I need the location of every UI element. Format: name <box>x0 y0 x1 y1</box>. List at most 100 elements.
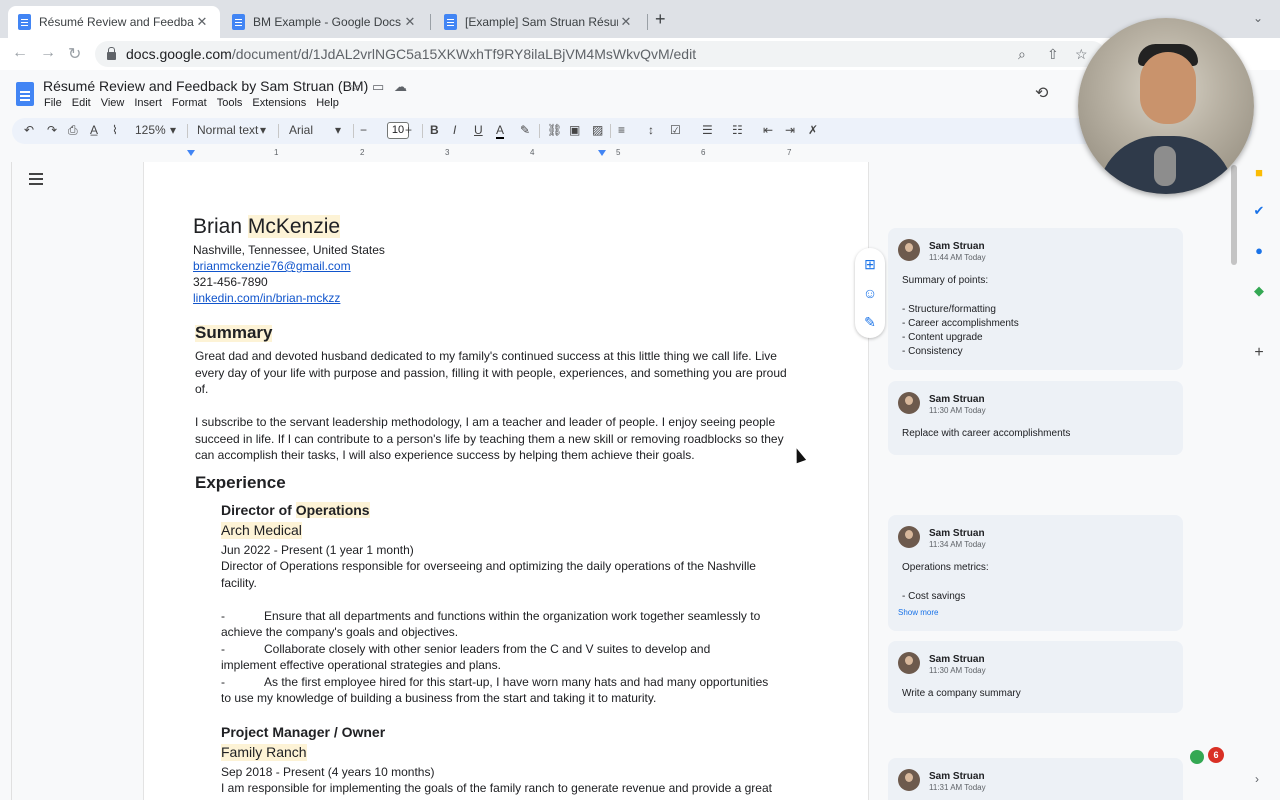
chevron-right-icon[interactable]: › <box>1255 772 1259 786</box>
job-description: I am responsible for implementing the go… <box>221 781 772 795</box>
comment-author: Sam Struan <box>929 241 985 252</box>
webcam-overlay <box>1078 18 1254 194</box>
text-color-icon[interactable]: A <box>496 123 505 139</box>
company-name: Family Ranch <box>221 744 307 761</box>
decrease-indent-icon[interactable]: ⇤ <box>763 123 773 137</box>
ruler-number: 2 <box>360 148 365 157</box>
bold-icon[interactable]: B <box>430 123 439 137</box>
font-select[interactable]: Arial <box>289 123 313 137</box>
line-spacing-icon[interactable]: ↕ <box>648 123 654 137</box>
keep-icon[interactable]: ■ <box>1252 166 1266 180</box>
maps-icon[interactable]: ◆ <box>1252 284 1266 298</box>
align-icon[interactable]: ≡ <box>618 123 625 137</box>
history-icon[interactable]: ⟲ <box>1035 83 1048 103</box>
insert-image-icon[interactable]: ▨ <box>592 123 603 137</box>
document-outline-icon[interactable] <box>29 173 43 185</box>
tab-resume-review[interactable]: Résumé Review and Feedback ✕ <box>8 6 220 38</box>
spellcheck-icon[interactable]: A̲ <box>90 123 98 137</box>
bullet-lead: As the first employee hired for this sta… <box>264 675 769 689</box>
close-icon[interactable]: ✕ <box>402 14 418 30</box>
comment-card[interactable]: Sam Struan 11:34 AM Today Operations met… <box>888 515 1183 631</box>
right-indent-marker[interactable] <box>598 150 606 156</box>
new-tab-icon[interactable]: + <box>655 9 666 30</box>
contacts-icon[interactable]: ● <box>1252 244 1266 258</box>
undo-icon[interactable]: ↶ <box>24 123 34 137</box>
job-title-part: Director of <box>221 502 296 518</box>
highlight-icon[interactable]: ✎ <box>520 123 530 137</box>
bullet-lead: Ensure that all departments and function… <box>264 609 761 623</box>
close-icon[interactable]: ✕ <box>194 14 210 30</box>
back-arrow-icon[interactable]: ← <box>12 44 28 62</box>
decrease-font-icon[interactable]: − <box>360 123 367 137</box>
emoji-reaction-icon[interactable]: ☺ <box>862 285 878 301</box>
italic-icon[interactable]: I <box>453 123 456 137</box>
paragraph-style-select[interactable]: Normal text <box>197 123 258 137</box>
comment-author: Sam Struan <box>929 394 985 405</box>
job-description: Director of Operations responsible for o… <box>221 559 756 590</box>
clear-formatting-icon[interactable]: ✗ <box>808 123 818 137</box>
tab-sam-struan-resume[interactable]: [Example] Sam Struan Résumé ✕ <box>434 6 644 38</box>
zoom-select[interactable]: 125% <box>135 123 166 137</box>
star-icon[interactable]: ☆ <box>1075 46 1088 63</box>
job-title-highlight: Operations <box>295 502 370 518</box>
star-icon[interactable]: ☆ <box>349 79 361 95</box>
reload-icon[interactable]: ↻ <box>68 44 81 64</box>
redo-icon[interactable]: ↷ <box>47 123 57 137</box>
checklist-icon[interactable]: ☑ <box>670 123 681 137</box>
comment-card[interactable]: Sam Struan 11:31 AM Today <box>888 758 1183 800</box>
chevron-down-icon[interactable]: ⌄ <box>1253 11 1263 25</box>
browser-tab-strip: Résumé Review and Feedback ✕ BM Example … <box>0 0 1280 38</box>
menu-file[interactable]: File <box>44 97 62 109</box>
tab-separator <box>430 14 431 30</box>
share-icon[interactable]: ⇧ <box>1047 46 1059 63</box>
numbered-list-icon[interactable]: ☷ <box>732 123 743 137</box>
bulleted-list-icon[interactable]: ☰ <box>702 123 713 137</box>
add-comment-icon[interactable]: ▣ <box>569 123 580 137</box>
tasks-icon[interactable]: ✔ <box>1252 204 1266 218</box>
tab-bm-example[interactable]: BM Example - Google Docs ✕ <box>222 6 428 38</box>
close-icon[interactable]: ✕ <box>618 14 634 30</box>
menu-help[interactable]: Help <box>316 97 339 109</box>
menu-tools[interactable]: Tools <box>217 97 243 109</box>
comment-card[interactable]: Sam Struan 11:30 AM Today Replace with c… <box>888 381 1183 455</box>
move-folder-icon[interactable]: ▭ <box>372 79 384 95</box>
comment-card[interactable]: Sam Struan 11:30 AM Today Write a compan… <box>888 641 1183 713</box>
docs-logo-icon[interactable] <box>16 82 34 106</box>
underline-icon[interactable]: U <box>474 123 483 137</box>
cloud-status-icon[interactable]: ☁ <box>394 79 407 95</box>
zoom-search-icon[interactable]: ⌕ <box>1018 46 1026 63</box>
comment-author: Sam Struan <box>929 654 985 665</box>
avatar <box>898 526 920 548</box>
microphone <box>1154 146 1176 186</box>
insert-link-icon[interactable]: ⛓ <box>547 123 562 137</box>
increase-font-icon[interactable]: + <box>405 123 412 137</box>
bullet-rest: implement effective operational strategi… <box>221 658 501 672</box>
suggest-edits-icon[interactable]: ✎ <box>862 314 878 330</box>
print-icon[interactable]: ⎙ <box>68 123 78 138</box>
avatar <box>898 239 920 261</box>
show-more-link[interactable]: Show more <box>898 608 938 617</box>
increase-indent-icon[interactable]: ⇥ <box>785 123 795 137</box>
side-panel-strip: ■ ✔ ● ◆ + <box>1240 160 1280 800</box>
menu-insert[interactable]: Insert <box>134 97 162 109</box>
add-comment-icon[interactable]: ⊞ <box>862 256 878 272</box>
forward-arrow-icon[interactable]: → <box>40 44 56 62</box>
comment-card[interactable]: Sam Struan 11:44 AM Today Summary of poi… <box>888 228 1183 370</box>
add-addon-icon[interactable]: + <box>1252 345 1266 361</box>
paint-format-icon[interactable]: ⌇ <box>112 123 118 137</box>
explore-bulb-icon[interactable] <box>1190 750 1204 764</box>
email-link[interactable]: brianmckenzie76@gmail.com <box>193 258 351 275</box>
linkedin-link[interactable]: linkedin.com/in/brian-mckzz <box>193 290 340 307</box>
url-input[interactable]: docs.google.com/document/d/1JdAL2vrlNGC5… <box>95 41 1105 67</box>
presenter-face <box>1140 52 1196 124</box>
menu-edit[interactable]: Edit <box>72 97 91 109</box>
document-page[interactable]: Brian McKenzie Nashville, Tennessee, Uni… <box>143 162 869 800</box>
comment-author: Sam Struan <box>929 771 985 782</box>
menu-format[interactable]: Format <box>172 97 207 109</box>
document-title[interactable]: Résumé Review and Feedback by Sam Struan… <box>43 78 368 94</box>
menu-extensions[interactable]: Extensions <box>252 97 306 109</box>
notification-count-badge[interactable]: 6 <box>1208 747 1224 763</box>
left-indent-marker[interactable] <box>187 150 195 156</box>
name-last: McKenzie <box>247 215 341 238</box>
menu-view[interactable]: View <box>101 97 125 109</box>
